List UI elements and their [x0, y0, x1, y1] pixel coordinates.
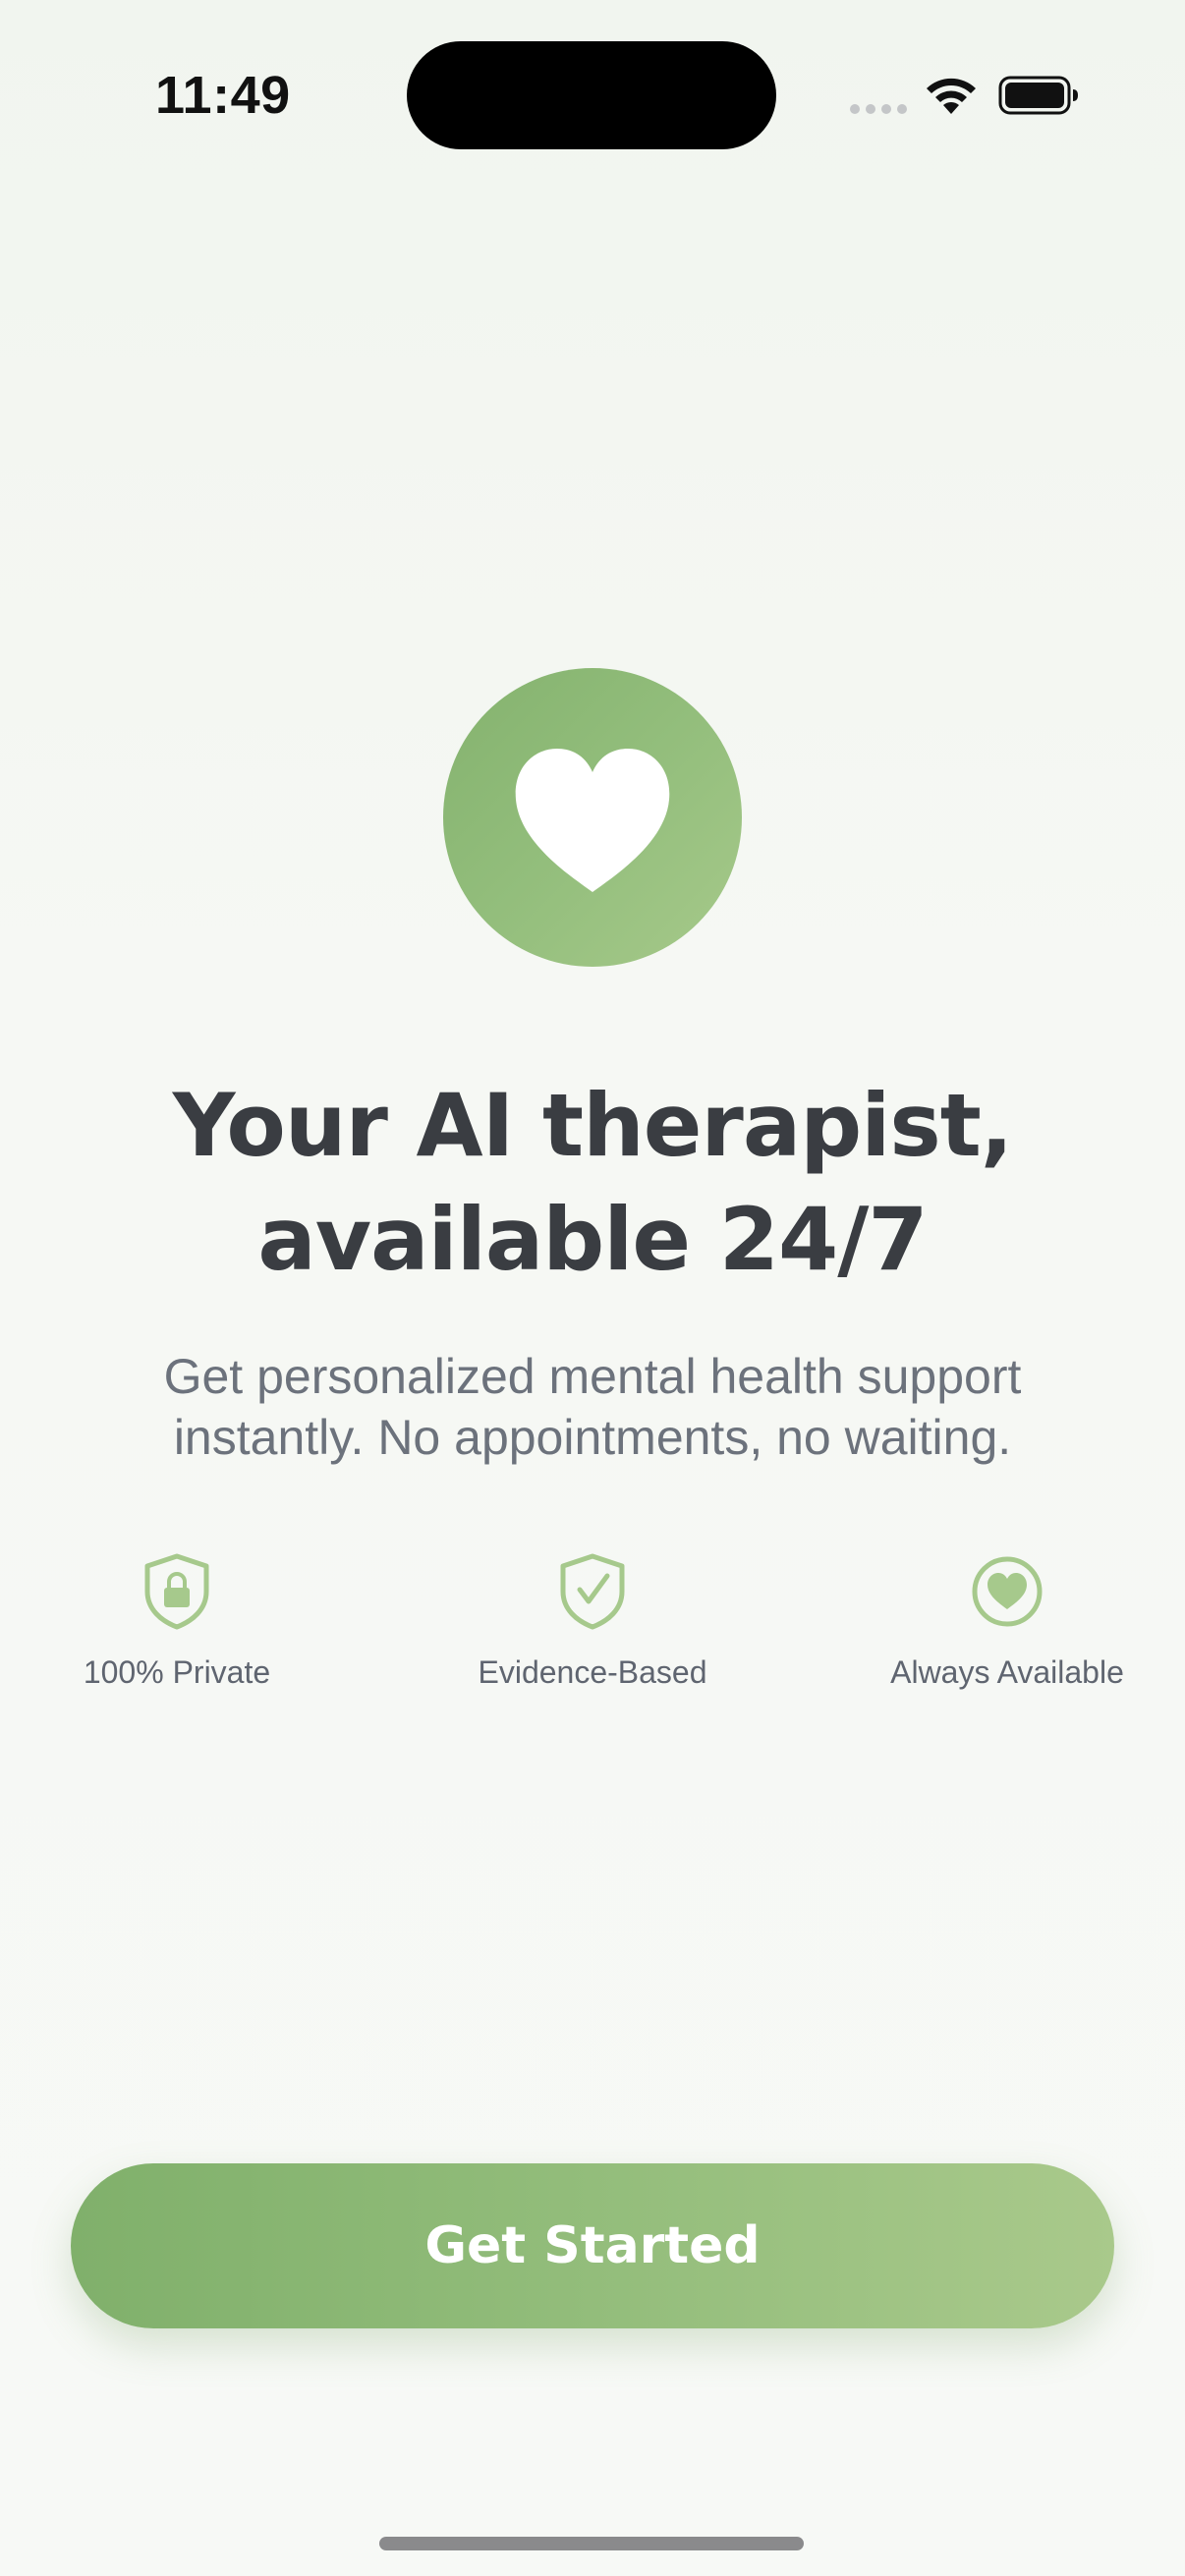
heart-circle-icon: [972, 1556, 1043, 1627]
get-started-button[interactable]: Get Started: [71, 2163, 1114, 2328]
status-bar: 11:49: [0, 0, 1185, 196]
dynamic-island: [407, 41, 776, 149]
status-time: 11:49: [155, 66, 291, 125]
page-title: Your AI therapist, available 24/7: [0, 1069, 1185, 1297]
subtitle-line-2: instantly. No appointments, no waiting.: [173, 1410, 1012, 1465]
heart-icon: [515, 749, 670, 892]
subtitle: Get personalized mental health support i…: [0, 1346, 1185, 1468]
feature-label: 100% Private: [83, 1654, 271, 1690]
feature-evidence-based: Evidence-Based: [435, 1552, 750, 1692]
home-indicator[interactable]: [379, 2537, 804, 2550]
get-started-label: Get Started: [424, 2216, 761, 2275]
feature-label: Always Available: [890, 1654, 1124, 1690]
hero-logo: [443, 668, 742, 967]
feature-always-available: Always Available: [850, 1552, 1164, 1692]
headline-line-1: Your AI therapist,: [172, 1075, 1013, 1176]
check-shield-icon: [560, 1553, 625, 1630]
subtitle-line-1: Get personalized mental health support: [163, 1349, 1022, 1404]
battery-icon: [998, 76, 1078, 115]
feature-label: Evidence-Based: [478, 1654, 707, 1690]
wifi-icon: [927, 78, 976, 114]
lock-shield-icon: [144, 1553, 209, 1630]
cellular-signal-icon: [850, 104, 907, 114]
headline-line-2: available 24/7: [257, 1189, 928, 1290]
feature-private: 100% Private: [20, 1552, 334, 1692]
